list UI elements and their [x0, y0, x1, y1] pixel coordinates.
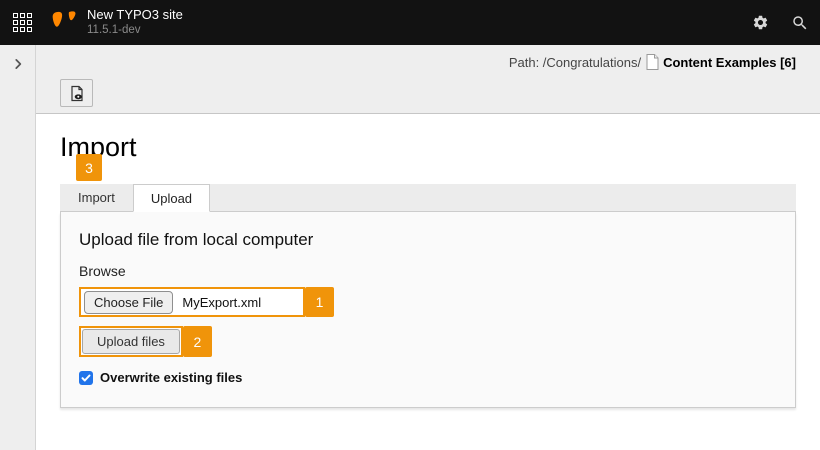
collapsed-sidebar — [0, 45, 36, 450]
panel-heading: Upload file from local computer — [79, 230, 777, 250]
settings-button[interactable] — [740, 0, 780, 45]
overwrite-row: Overwrite existing files — [79, 370, 777, 385]
tour-step-badge-2: 2 — [183, 326, 212, 357]
sidebar-expand-button[interactable] — [9, 55, 27, 76]
site-version: 11.5.1-dev — [87, 24, 183, 37]
topbar: New TYPO3 site 11.5.1-dev — [0, 0, 820, 45]
check-icon — [81, 373, 91, 383]
tour-step-badge-3: 3 — [76, 154, 102, 181]
typo3-logo — [51, 9, 77, 37]
overwrite-checkbox[interactable] — [79, 371, 93, 385]
breadcrumb: Path: /Congratulations/ Content Examples… — [60, 45, 796, 79]
upload-files-button[interactable]: Upload files — [82, 329, 180, 354]
tab-import[interactable]: Import — [60, 184, 133, 211]
view-webpage-button[interactable] — [60, 79, 93, 107]
topbar-site-info: New TYPO3 site 11.5.1-dev — [87, 8, 183, 37]
breadcrumb-record-title: Content Examples [6] — [663, 55, 796, 70]
upload-panel: Upload file from local computer Browse C… — [60, 212, 796, 408]
page-title: Import — [60, 132, 796, 162]
upload-button-highlight: Upload files — [79, 326, 183, 357]
file-input[interactable]: Choose File MyExport.xml — [79, 287, 305, 317]
docheader: Path: /Congratulations/ Content Examples… — [36, 45, 820, 114]
breadcrumb-record: Content Examples [6] — [646, 54, 796, 70]
browse-label: Browse — [79, 263, 777, 279]
gear-icon — [752, 14, 769, 31]
file-input-row: Choose File MyExport.xml 1 — [79, 287, 777, 317]
document-view-icon — [69, 85, 85, 102]
tab-upload[interactable]: Upload — [133, 184, 210, 212]
selected-file-name: MyExport.xml — [182, 295, 261, 310]
tabbar: Import Upload — [60, 184, 796, 212]
chevron-right-icon — [11, 57, 25, 71]
upload-button-row: Upload files 2 — [79, 326, 777, 357]
breadcrumb-path: Path: /Congratulations/ — [509, 55, 641, 70]
grid-icon — [13, 13, 32, 32]
search-icon — [791, 14, 809, 32]
page-icon — [646, 54, 659, 70]
module-menu-toggle-button[interactable] — [0, 0, 45, 45]
overwrite-label: Overwrite existing files — [100, 370, 242, 385]
search-button[interactable] — [780, 0, 820, 45]
tour-step-badge-1: 1 — [305, 287, 334, 317]
site-title: New TYPO3 site — [87, 8, 183, 22]
choose-file-button[interactable]: Choose File — [84, 291, 173, 314]
module-body: Import 3 Import Upload Upload file from … — [36, 114, 820, 450]
